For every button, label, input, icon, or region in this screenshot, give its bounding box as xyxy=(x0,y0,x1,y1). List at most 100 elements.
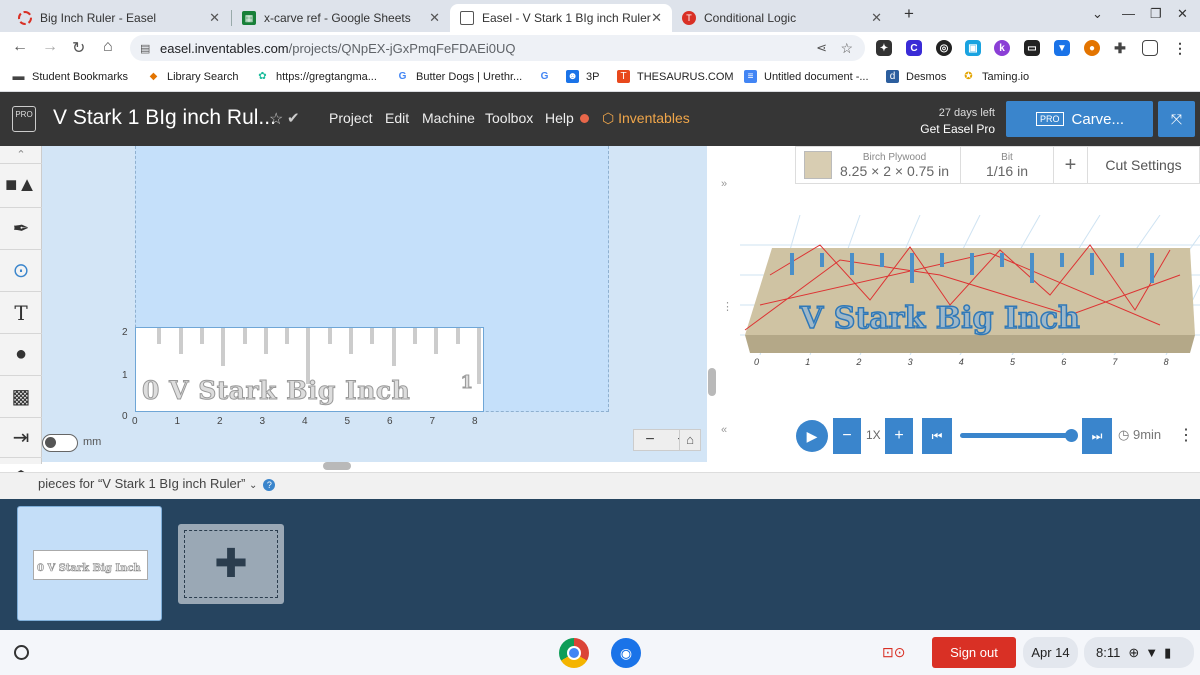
expand-icon[interactable]: ⤧ xyxy=(1158,101,1195,137)
ring-extension-icon[interactable]: ◎ xyxy=(936,40,952,56)
inventables-link[interactable]: ⬡ Inventables xyxy=(602,110,690,127)
pen-icon[interactable]: ✒ xyxy=(0,208,42,250)
project-title[interactable]: V Stark 1 BIg inch Rul... xyxy=(53,106,276,130)
collapse-up-icon[interactable]: ⌃ xyxy=(0,146,42,164)
status-tray[interactable]: 8:11 ⊕ ▼ ▮ xyxy=(1084,637,1194,668)
forward-icon[interactable]: → xyxy=(42,38,58,56)
c-extension-icon[interactable]: C xyxy=(906,40,922,56)
close-icon[interactable]: ✕ xyxy=(209,10,220,26)
k-extension-icon[interactable]: k xyxy=(994,40,1010,56)
window-close-icon[interactable]: ✕ xyxy=(1177,6,1188,22)
tab-conditional-logic[interactable]: T Conditional Logic ✕ xyxy=(672,4,892,32)
help-icon[interactable]: ? xyxy=(263,479,276,491)
reload-icon[interactable]: ↻ xyxy=(72,38,85,58)
extension-icon[interactable]: ✦ xyxy=(876,40,892,56)
url-input[interactable]: ▤ easel.inventables.com/projects/QNpEX-j… xyxy=(130,35,865,61)
mm-label: mm xyxy=(83,436,102,448)
text-icon[interactable]: T xyxy=(0,292,42,334)
tab-google-sheets[interactable]: ▦ x-carve ref - Google Sheets ✕ xyxy=(232,4,450,32)
site-info-icon[interactable]: ▤ xyxy=(140,42,150,55)
ruler-design[interactable]: 0 V Stark Big Inch 1 xyxy=(135,327,484,412)
home-view-icon[interactable]: ⌂ xyxy=(679,429,701,451)
menu-edit[interactable]: Edit xyxy=(385,110,409,126)
sign-out-button[interactable]: Sign out xyxy=(932,637,1016,668)
bookmark-library[interactable]: ◆ Library Search xyxy=(147,70,239,83)
zoom-out-button[interactable]: − xyxy=(645,431,654,449)
horizontal-scrollbar[interactable] xyxy=(323,462,351,470)
target-icon[interactable]: ⊙ xyxy=(0,250,42,292)
trial-info[interactable]: 27 days left Get Easel Pro xyxy=(905,105,995,137)
trash-extension-icon[interactable]: ▼ xyxy=(1054,40,1070,56)
speed-down-button[interactable]: − xyxy=(833,418,861,454)
add-bit-button[interactable]: + xyxy=(1054,147,1088,183)
tab-search-icon[interactable]: ⌄ xyxy=(1092,6,1103,22)
star-icon[interactable]: ☆ xyxy=(840,40,853,57)
bookmark-butter-dogs[interactable]: G Butter Dogs | Urethr... xyxy=(396,70,523,83)
tab-big-inch-ruler[interactable]: Big Inch Ruler - Easel ✕ xyxy=(8,4,230,32)
add-piece-button[interactable]: ✚ xyxy=(178,524,284,604)
carve-button[interactable]: PRO Carve... xyxy=(1006,101,1153,137)
menu-help[interactable]: Help xyxy=(545,110,574,126)
plus-icon: ✚ xyxy=(184,530,278,598)
lego-icon[interactable]: ▩ xyxy=(0,376,42,418)
playback-slider[interactable] xyxy=(960,429,1078,442)
play-button[interactable]: ▶ xyxy=(796,420,828,452)
bookmark-taming[interactable]: ✪ Taming.io xyxy=(962,70,1029,83)
bookmark-google[interactable]: G xyxy=(538,70,558,83)
back-icon[interactable]: ← xyxy=(12,38,28,56)
material-swatch xyxy=(804,151,832,179)
apple-icon[interactable]: ● xyxy=(0,334,42,376)
tab-easel-active[interactable]: Easel - V Stark 1 BIg inch Ruler ✕ xyxy=(450,4,672,32)
more-options-icon[interactable]: ⋮ xyxy=(1178,425,1194,445)
close-icon[interactable]: ✕ xyxy=(429,10,440,26)
new-tab-button[interactable]: + xyxy=(904,4,914,24)
speed-up-button[interactable]: + xyxy=(885,418,913,454)
menu-project[interactable]: Project xyxy=(329,110,373,126)
import-icon[interactable]: ⇥ xyxy=(0,418,42,458)
star-icon[interactable]: ☆ xyxy=(269,109,283,129)
cut-settings-button[interactable]: Cut Settings xyxy=(1088,147,1199,183)
bookmark-3p[interactable]: ☻ 3P xyxy=(566,70,599,83)
cast-icon[interactable]: ▭ xyxy=(1024,40,1040,56)
shapes-icon[interactable]: ■▲ xyxy=(0,164,42,208)
launcher-icon[interactable] xyxy=(14,645,29,660)
close-icon[interactable]: ✕ xyxy=(871,10,882,26)
restore-icon[interactable]: ❐ xyxy=(1150,6,1162,22)
minimize-icon[interactable]: — xyxy=(1122,6,1135,21)
address-bar-row: ← → ↻ ⌂ ▤ easel.inventables.com/projects… xyxy=(0,32,1200,64)
sidepanel-icon[interactable] xyxy=(1142,40,1158,56)
bookmark-thesaurus[interactable]: T THESAURUS.COM xyxy=(617,70,734,83)
puzzle-icon[interactable]: ✚ xyxy=(1112,40,1128,56)
expand-left-icon[interactable]: « xyxy=(721,424,727,436)
menu-icon[interactable]: ⋮ xyxy=(1172,40,1188,56)
chevron-down-icon: ⌄ xyxy=(248,480,258,491)
cookie-extension-icon[interactable]: ● xyxy=(1084,40,1100,56)
skip-start-button[interactable]: ⏮ xyxy=(922,418,952,454)
home-icon[interactable]: ⌂ xyxy=(103,38,113,56)
bookmark-gregtang[interactable]: ✿ https://gregtangma... xyxy=(256,70,377,83)
material-selector[interactable]: Birch Plywood 8.25 × 2 × 0.75 in xyxy=(796,147,961,183)
vertical-scrollbar[interactable] xyxy=(708,368,716,396)
share-icon[interactable]: ⋖ xyxy=(816,40,827,56)
screen-extension-icon[interactable]: ▣ xyxy=(965,40,981,56)
menu-machine[interactable]: Machine xyxy=(422,110,475,126)
camera-icon[interactable]: ◉ xyxy=(611,638,641,668)
bookmark-desmos[interactable]: d Desmos xyxy=(886,70,946,83)
pieces-label[interactable]: pieces for “V Stark 1 BIg inch Ruler” ⌄? xyxy=(38,476,276,491)
piece-thumbnail[interactable]: 0 V Stark Big Inch xyxy=(17,506,162,621)
close-icon[interactable]: ✕ xyxy=(651,10,662,26)
get-easel-pro[interactable]: Get Easel Pro xyxy=(905,121,995,137)
clock-time: 8:11 xyxy=(1096,645,1121,660)
bit-selector[interactable]: Bit 1/16 in xyxy=(961,147,1054,183)
date-display[interactable]: Apr 14 xyxy=(1023,637,1078,668)
expand-right-icon[interactable]: » xyxy=(721,178,727,190)
drag-handle-icon[interactable]: ⋮ xyxy=(722,300,733,313)
mm-toggle[interactable] xyxy=(42,434,78,452)
google-icon: G xyxy=(398,71,407,82)
menu-toolbox[interactable]: Toolbox xyxy=(485,110,533,126)
bookmark-untitled-doc[interactable]: ≡ Untitled document -... xyxy=(744,70,869,83)
chrome-icon[interactable] xyxy=(559,638,589,668)
bookmark-student[interactable]: ▬ Student Bookmarks xyxy=(12,70,129,83)
screen-record-icon[interactable]: ⊡⊙ xyxy=(882,644,914,662)
skip-end-button[interactable]: ⏭ xyxy=(1082,418,1112,454)
